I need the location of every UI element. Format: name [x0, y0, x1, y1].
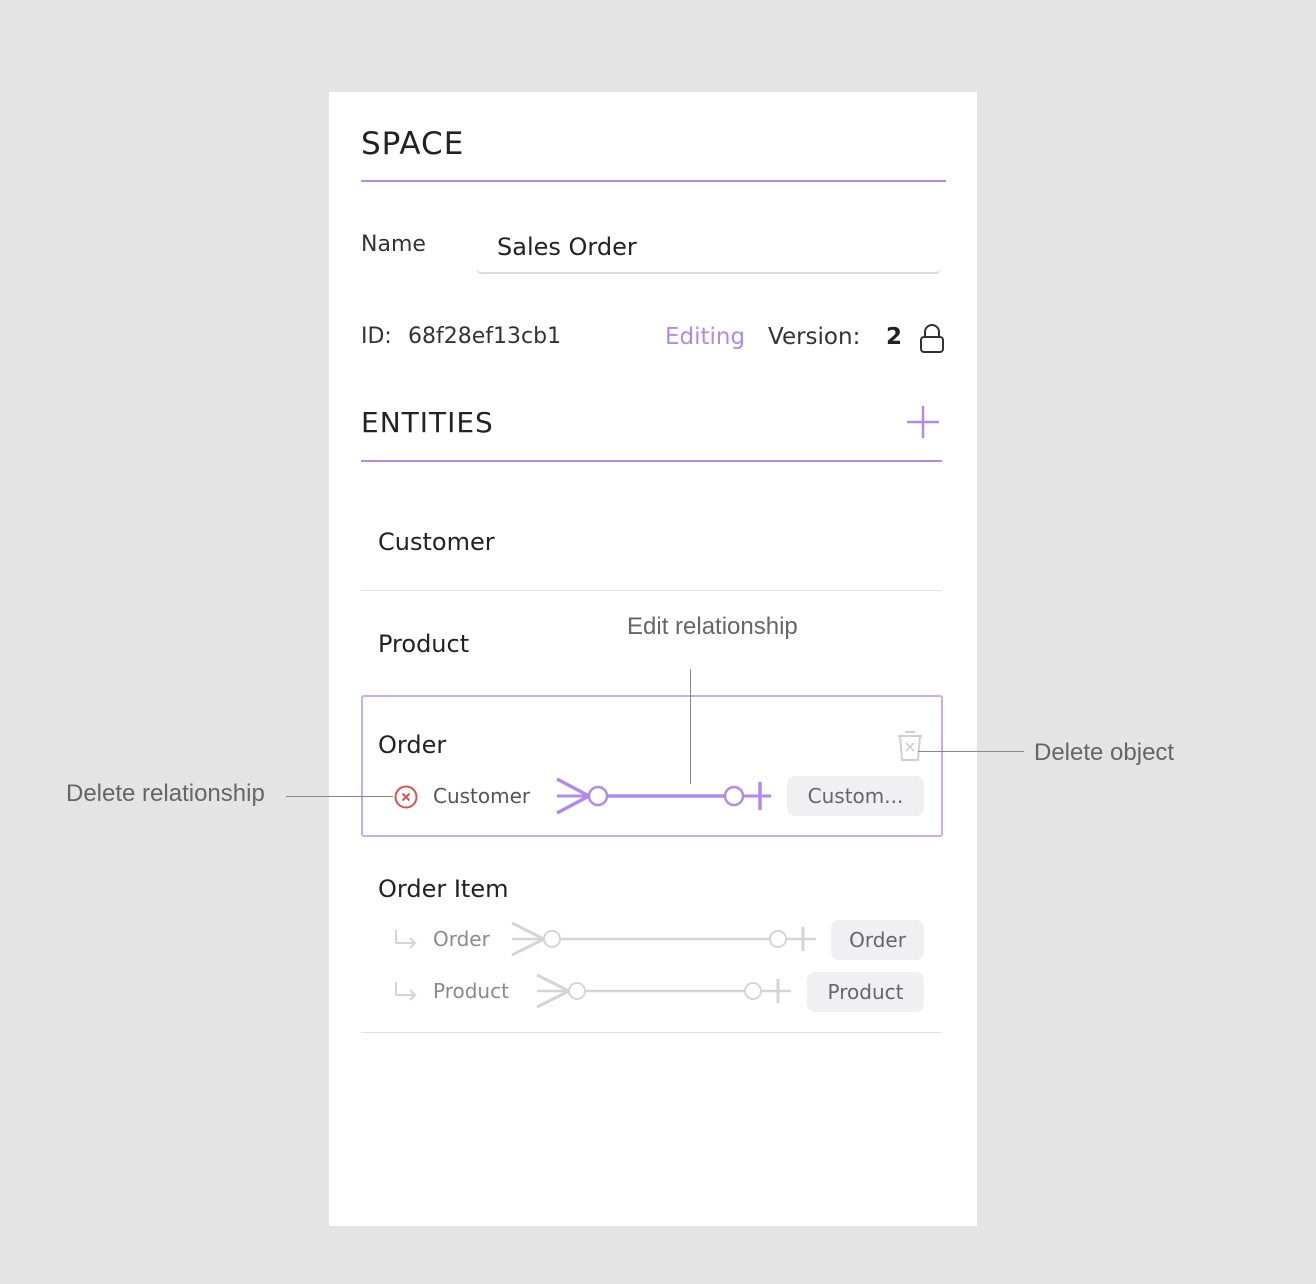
delete-object-button[interactable] — [895, 728, 925, 768]
relationship-label: Product — [433, 979, 509, 1003]
relationship-connector-icon — [536, 973, 791, 1009]
sub-arrow-icon — [393, 980, 419, 1008]
entity-order-item[interactable]: Order Item — [378, 875, 508, 903]
space-title-rule — [361, 180, 946, 182]
annotation-delete-relationship-line — [286, 796, 393, 797]
annotation-edit-relationship: Edit relationship — [627, 613, 798, 640]
entity-customer[interactable]: Customer — [378, 528, 495, 556]
id-value: 68f28ef13cb1 — [408, 324, 562, 349]
entity-product[interactable]: Product — [378, 630, 469, 658]
name-label: Name — [361, 232, 426, 257]
space-title: SPACE — [361, 126, 465, 162]
editing-status: Editing — [665, 324, 746, 350]
relationship-target-chip[interactable]: Product — [807, 972, 924, 1012]
entities-title: ENTITIES — [361, 406, 494, 439]
delete-circle-icon — [394, 785, 418, 809]
relationship-connector[interactable] — [510, 920, 820, 964]
id-label: ID: — [361, 324, 392, 349]
annotation-edit-relationship-line — [690, 669, 691, 784]
annotation-delete-object: Delete object — [1034, 739, 1175, 766]
entity-order[interactable]: Order — [378, 731, 446, 759]
edit-relationship-connector[interactable] — [555, 775, 775, 823]
relationship-target-chip[interactable]: Custom... — [787, 776, 924, 816]
relationship-connector-icon — [511, 921, 816, 957]
relationship-label: Order — [433, 927, 490, 951]
add-entity-button[interactable] — [905, 404, 941, 440]
divider — [361, 1032, 942, 1033]
relationship-label: Customer — [433, 784, 531, 808]
relationship-connector-icon — [556, 777, 771, 815]
relationship-connector[interactable] — [535, 972, 795, 1016]
name-input[interactable] — [476, 222, 941, 274]
delete-relationship-button[interactable] — [393, 784, 419, 814]
annotation-delete-relationship: Delete relationship — [66, 780, 265, 807]
relationship-target-chip[interactable]: Order — [831, 920, 924, 960]
version-number: 2 — [886, 324, 903, 350]
space-panel: SPACE Name ID: 68f28ef13cb1 Editing Vers… — [329, 92, 977, 1226]
annotation-delete-object-line — [918, 751, 1024, 752]
version-label: Version: — [768, 324, 861, 350]
lock-icon[interactable] — [917, 322, 947, 360]
trash-icon — [898, 731, 922, 761]
sub-arrow-icon — [393, 928, 419, 956]
entities-title-rule — [361, 460, 942, 462]
divider — [361, 590, 942, 591]
plus-icon — [907, 406, 939, 438]
